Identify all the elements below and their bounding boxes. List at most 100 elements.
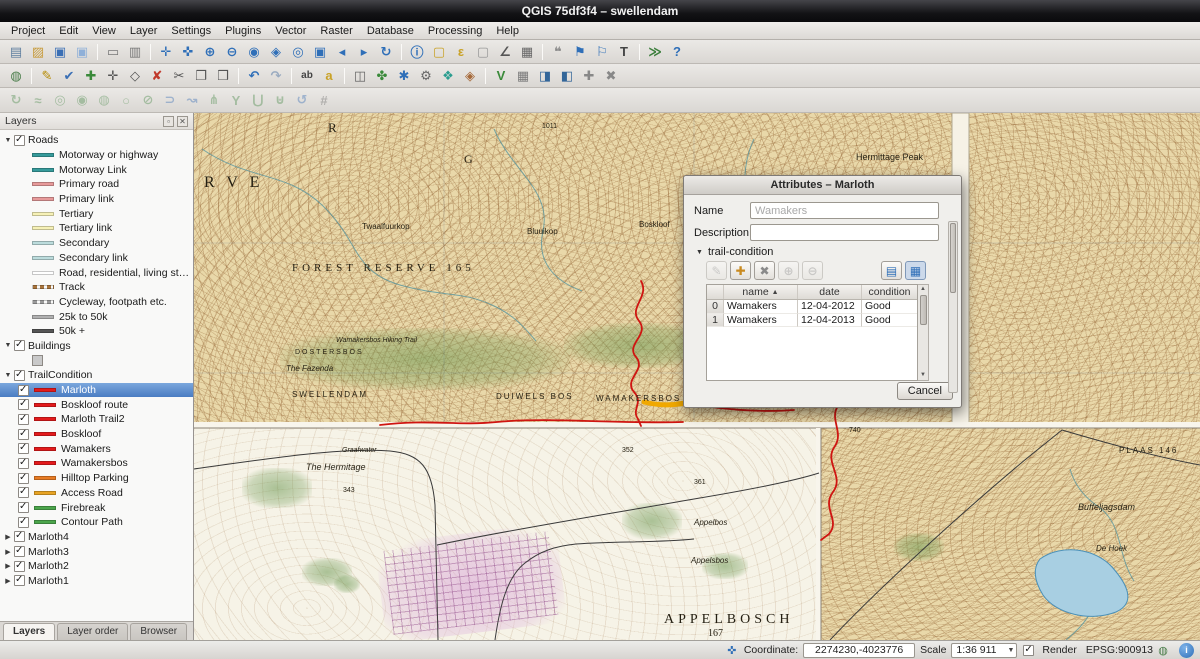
panel-tab-browser[interactable]: Browser — [130, 623, 187, 640]
move-feature-icon[interactable]: ✛ — [103, 66, 123, 86]
select-features-icon[interactable]: ▢ — [429, 42, 449, 62]
layer-item-marloth[interactable]: Marloth — [0, 383, 193, 398]
layer-group-marloth1[interactable]: ▶Marloth1 — [0, 574, 193, 589]
new-bookmark-icon[interactable]: ⚑ — [570, 42, 590, 62]
open-project-icon[interactable]: ▨ — [28, 42, 48, 62]
layer-item-marloth-trail2[interactable]: Marloth Trail2 — [0, 412, 193, 427]
scale-combo[interactable]: 1:36 911 ▼ — [951, 643, 1017, 658]
dialog-titlebar[interactable]: Attributes – Marloth — [684, 176, 961, 195]
menu-view[interactable]: View — [85, 23, 123, 39]
zoom-to-layer-icon[interactable]: ▣ — [310, 42, 330, 62]
grass-tools-icon[interactable]: ✤ — [372, 66, 392, 86]
legend-symbol-tertiary[interactable]: Tertiary — [0, 206, 193, 221]
legend-symbol-secondary[interactable]: Secondary — [0, 236, 193, 251]
add-child-feature-icon[interactable]: ✚ — [730, 261, 751, 280]
messages-icon[interactable]: i — [1179, 643, 1194, 658]
layer-item-wamakers[interactable]: Wamakers — [0, 441, 193, 456]
layer-checkbox[interactable] — [18, 473, 29, 484]
cell-date[interactable]: 12-04-2013 — [798, 314, 862, 328]
select-by-expression-icon[interactable]: ε — [451, 42, 471, 62]
layer-checkbox[interactable] — [18, 502, 29, 513]
panel-tab-layer-order[interactable]: Layer order — [57, 623, 128, 640]
scrollbar-thumb[interactable] — [950, 223, 956, 293]
layer-checkbox[interactable] — [14, 370, 25, 381]
plugin-manager-icon[interactable]: ✱ — [394, 66, 414, 86]
layer-checkbox[interactable] — [18, 487, 29, 498]
undo-icon[interactable]: ↶ — [244, 66, 264, 86]
panel-close-icon[interactable]: ✕ — [177, 116, 188, 127]
new-project-icon[interactable]: ▤ — [6, 42, 26, 62]
delete-child-feature-icon[interactable]: ✖ — [754, 261, 775, 280]
collapse-arrow-icon[interactable]: ▼ — [3, 342, 13, 349]
pan-to-selection-icon[interactable]: ✜ — [178, 42, 198, 62]
table-row[interactable]: 1Wamakers12-04-2013Good — [707, 314, 917, 328]
menu-project[interactable]: Project — [4, 23, 52, 39]
expand-arrow-icon[interactable]: ▶ — [3, 548, 13, 556]
table-view-icon[interactable]: ▦ — [905, 261, 926, 280]
cell-condition[interactable]: Good — [862, 300, 917, 314]
pan-map-icon[interactable]: ✛ — [156, 42, 176, 62]
layer-item-hilltop-parking[interactable]: Hilltop Parking — [0, 471, 193, 486]
layer-checkbox[interactable] — [14, 575, 25, 586]
zoom-native-icon[interactable]: ◉ — [244, 42, 264, 62]
layer-checkbox[interactable] — [14, 135, 25, 146]
zoom-in-icon[interactable]: ⊕ — [200, 42, 220, 62]
map-tips-icon[interactable]: ❝ — [548, 42, 568, 62]
form-view-icon[interactable]: ▤ — [881, 261, 902, 280]
legend-symbol-50k[interactable]: 50k + — [0, 324, 193, 339]
layer-item-boskloof[interactable]: Boskloof — [0, 427, 193, 442]
openlayers-plugin-icon[interactable]: ❖ — [438, 66, 458, 86]
render-checkbox[interactable] — [1023, 645, 1034, 656]
layer-group-marloth2[interactable]: ▶Marloth2 — [0, 559, 193, 574]
menu-layer[interactable]: Layer — [123, 23, 165, 39]
cell-condition[interactable]: Good — [862, 314, 917, 328]
deselect-features-icon[interactable]: ▢ — [473, 42, 493, 62]
refresh-map-icon[interactable]: ↻ — [376, 42, 396, 62]
layer-item-contour-path[interactable]: Contour Path — [0, 515, 193, 530]
legend-symbol-tertiary-link[interactable]: Tertiary link — [0, 221, 193, 236]
text-annotation-icon[interactable]: T — [614, 42, 634, 62]
layer-checkbox[interactable] — [14, 546, 25, 557]
layer-item-firebreak[interactable]: Firebreak — [0, 500, 193, 515]
label-properties-icon[interactable]: a — [319, 66, 339, 86]
legend-symbol-secondary-link[interactable]: Secondary link — [0, 251, 193, 266]
legend-symbol-primary-link[interactable]: Primary link — [0, 192, 193, 207]
show-bookmarks-icon[interactable]: ⚐ — [592, 42, 612, 62]
composer-manager-icon[interactable]: ▥ — [125, 42, 145, 62]
crs-status-icon[interactable]: ◍ — [6, 66, 26, 86]
legend-symbol-road-residential-living-street-etc[interactable]: Road, residential, living street, etc. — [0, 265, 193, 280]
toggle-editing-icon[interactable]: ✎ — [37, 66, 57, 86]
layer-group-marloth3[interactable]: ▶Marloth3 — [0, 544, 193, 559]
legend-symbol-motorway-link[interactable]: Motorway Link — [0, 162, 193, 177]
layer-checkbox[interactable] — [18, 399, 29, 410]
dialog-scrollbar[interactable] — [948, 221, 958, 393]
layer-checkbox[interactable] — [18, 517, 29, 528]
new-print-composer-icon[interactable]: ▭ — [103, 42, 123, 62]
legend-symbol-motorway-or-highway[interactable]: Motorway or highway — [0, 148, 193, 163]
add-wms-layer-icon[interactable]: ◧ — [557, 66, 577, 86]
column-header-name[interactable]: name▲ — [724, 285, 798, 299]
cell-rownum[interactable]: 0 — [707, 300, 724, 314]
zoom-full-icon[interactable]: ◈ — [266, 42, 286, 62]
zoom-to-selection-icon[interactable]: ◎ — [288, 42, 308, 62]
zoom-last-icon[interactable]: ◂ — [332, 42, 352, 62]
legend-swatch[interactable] — [0, 353, 193, 368]
zoom-next-icon[interactable]: ▸ — [354, 42, 374, 62]
layer-checkbox[interactable] — [18, 429, 29, 440]
menu-vector[interactable]: Vector — [268, 23, 313, 39]
cell-name[interactable]: Wamakers — [724, 300, 798, 314]
labeling-icon[interactable]: ab — [297, 66, 317, 86]
identify-features-icon[interactable]: ⓘ — [407, 42, 427, 62]
layer-checkbox[interactable] — [18, 385, 29, 396]
legend-symbol-25k-to-50k[interactable]: 25k to 50k — [0, 309, 193, 324]
legend-symbol-cycleway-footpath-etc[interactable]: Cycleway, footpath etc. — [0, 295, 193, 310]
collapse-arrow-icon[interactable]: ▼ — [3, 137, 13, 144]
decorations-icon[interactable]: ◫ — [350, 66, 370, 86]
zoom-out-icon[interactable]: ⊖ — [222, 42, 242, 62]
add-postgis-layer-icon[interactable]: ◨ — [535, 66, 555, 86]
python-console-icon[interactable]: ≫ — [645, 42, 665, 62]
layer-checkbox[interactable] — [18, 414, 29, 425]
description-input[interactable] — [750, 224, 939, 241]
menu-raster[interactable]: Raster — [313, 23, 359, 39]
layer-group-roads[interactable]: ▼Roads — [0, 133, 193, 148]
